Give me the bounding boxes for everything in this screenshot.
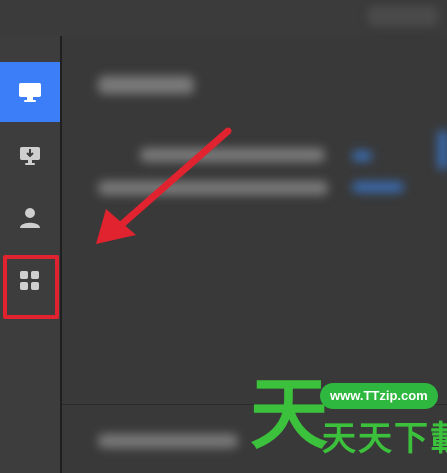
watermark-logo-char: 天	[250, 370, 329, 460]
watermark-url-badge: www.TTzip.com	[320, 383, 438, 409]
watermark-text: 天天下載	[322, 419, 447, 459]
watermark: 天 www.TTzip.com 天天下載	[250, 370, 447, 470]
